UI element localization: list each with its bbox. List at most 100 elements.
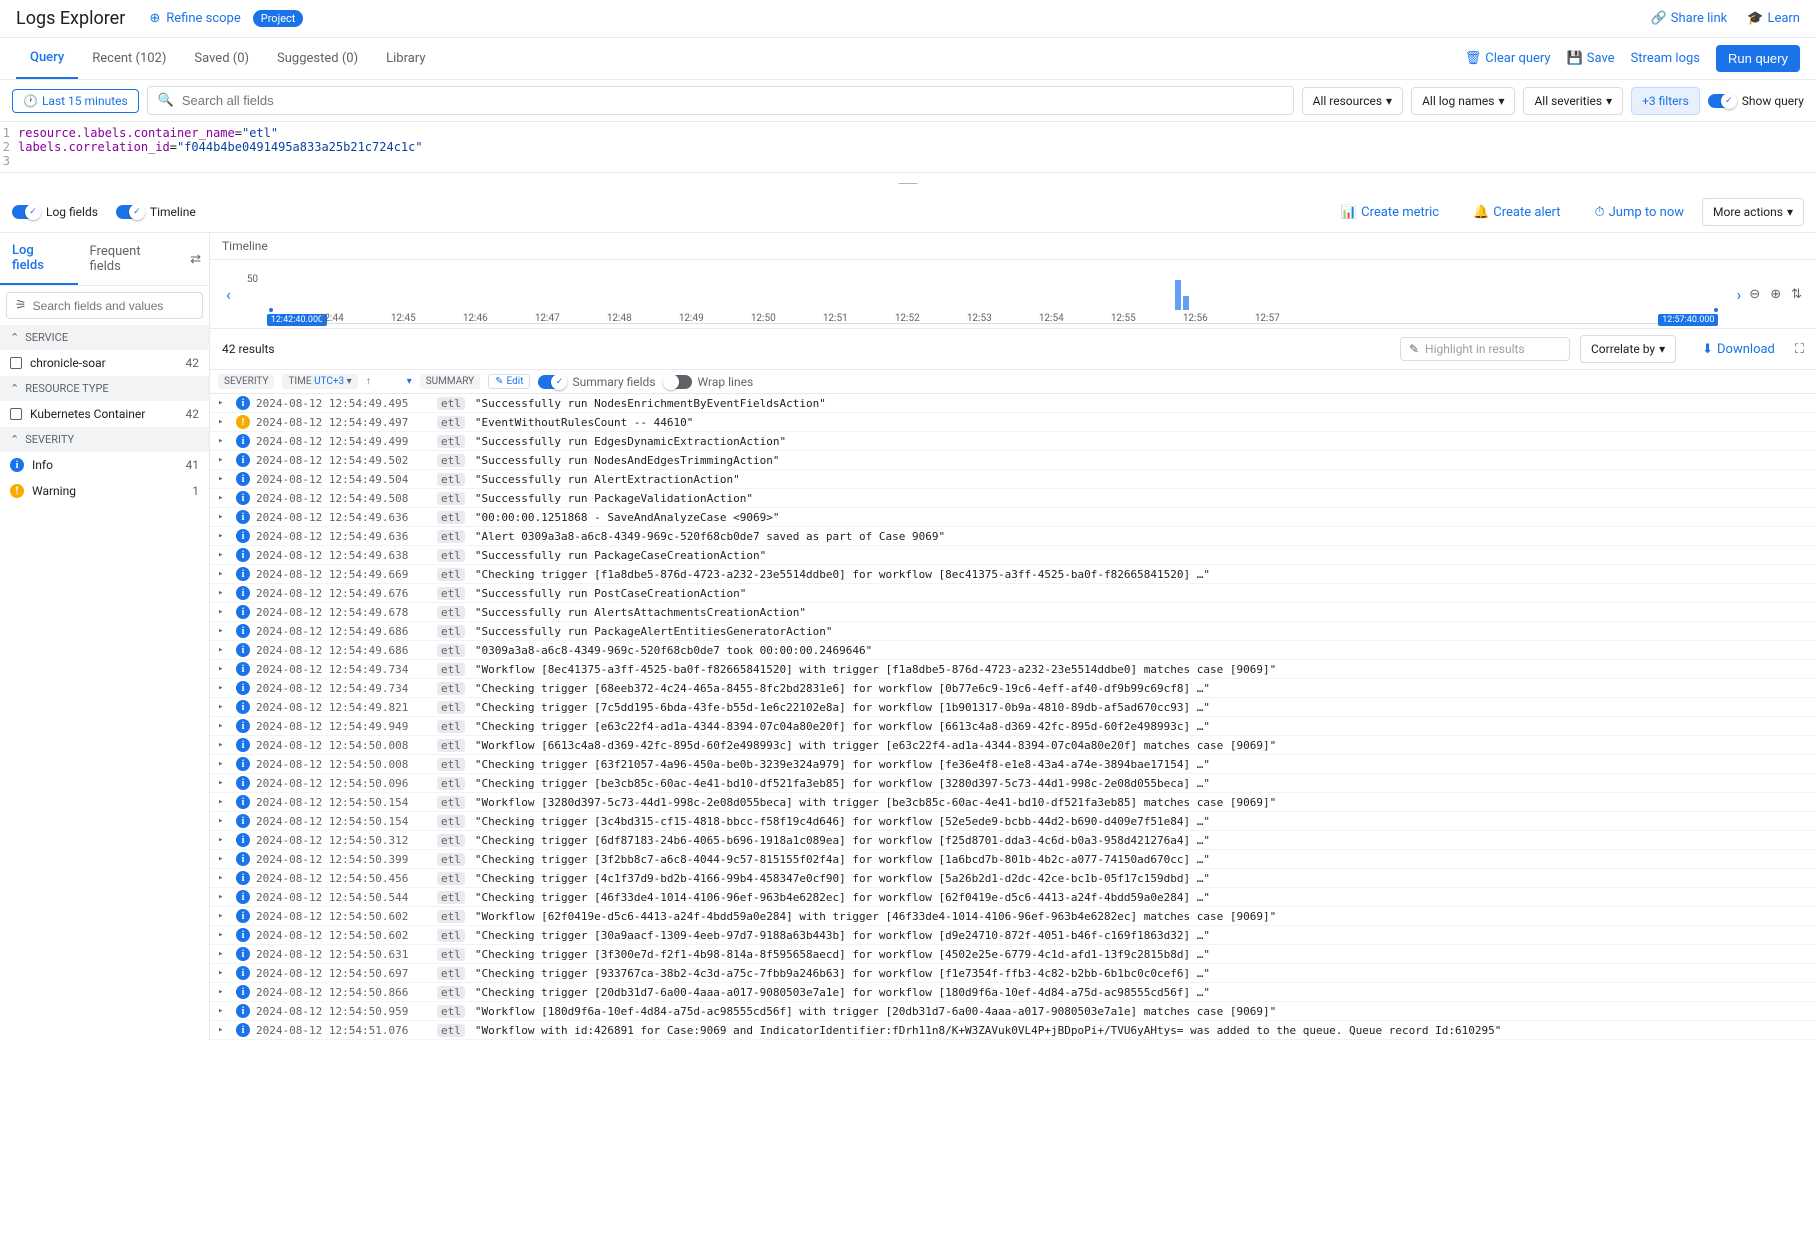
expand-icon[interactable]: ⇄ [182, 244, 209, 275]
expand-icon[interactable]: ▸ [218, 816, 230, 826]
log-row[interactable]: ▸i2024-08-12 12:54:50.008etl"Checking tr… [210, 755, 1816, 774]
log-row[interactable]: ▸!2024-08-12 12:54:49.497etl"EventWithou… [210, 413, 1816, 432]
tab-query[interactable]: Query [16, 38, 78, 79]
log-row[interactable]: ▸i2024-08-12 12:54:50.959etl"Workflow [1… [210, 1002, 1816, 1021]
expand-icon[interactable]: ▸ [218, 721, 230, 731]
log-row[interactable]: ▸i2024-08-12 12:54:49.638etl"Successfull… [210, 546, 1816, 565]
jump-to-now[interactable]: ⏱ Jump to now [1594, 205, 1684, 220]
expand-icon[interactable]: ▸ [218, 873, 230, 883]
expand-icon[interactable]: ▸ [218, 740, 230, 750]
expand-icon[interactable]: ▸ [218, 835, 230, 845]
expand-icon[interactable]: ▸ [218, 626, 230, 636]
save-query[interactable]: 💾 Save [1567, 51, 1615, 66]
log-row[interactable]: ▸i2024-08-12 12:54:49.495etl"Successfull… [210, 394, 1816, 413]
log-row[interactable]: ▸i2024-08-12 12:54:49.734etl"Workflow [8… [210, 660, 1816, 679]
resize-handle[interactable]: ⸺ [0, 173, 1816, 192]
time-range[interactable]: 🕐 Last 15 minutes [12, 89, 139, 113]
expand-icon[interactable]: ▸ [218, 493, 230, 503]
log-row[interactable]: ▸i2024-08-12 12:54:49.508etl"Successfull… [210, 489, 1816, 508]
log-row[interactable]: ▸i2024-08-12 12:54:49.734etl"Checking tr… [210, 679, 1816, 698]
log-row[interactable]: ▸i2024-08-12 12:54:49.686etl"Successfull… [210, 622, 1816, 641]
expand-icon[interactable]: ▸ [218, 588, 230, 598]
tab-library[interactable]: Library [372, 39, 439, 78]
refine-scope[interactable]: ⊕Refine scopeProject [149, 10, 303, 27]
share-link[interactable]: 🔗 Share link [1651, 11, 1728, 26]
expand-icon[interactable]: ▸ [218, 797, 230, 807]
log-row[interactable]: ▸i2024-08-12 12:54:51.076etl"Workflow wi… [210, 1021, 1816, 1040]
log-row[interactable]: ▸i2024-08-12 12:54:50.399etl"Checking tr… [210, 850, 1816, 869]
log-row[interactable]: ▸i2024-08-12 12:54:49.821etl"Checking tr… [210, 698, 1816, 717]
expand-icon[interactable]: ▸ [218, 1006, 230, 1016]
expand-icon[interactable]: ▸ [218, 778, 230, 788]
tab-suggested[interactable]: Suggested (0) [263, 39, 372, 78]
log-row[interactable]: ▸i2024-08-12 12:54:50.154etl"Workflow [3… [210, 793, 1816, 812]
log-row[interactable]: ▸i2024-08-12 12:54:49.636etl"Alert 0309a… [210, 527, 1816, 546]
log-row[interactable]: ▸i2024-08-12 12:54:49.636etl"00:00:00.12… [210, 508, 1816, 527]
expand-icon[interactable]: ▸ [218, 911, 230, 921]
summary-fields-toggle[interactable]: Summary fields [538, 375, 655, 389]
side-item[interactable]: chronicle-soar42 [0, 350, 209, 376]
tab-saved[interactable]: Saved (0) [180, 39, 263, 78]
log-row[interactable]: ▸i2024-08-12 12:54:50.631etl"Checking tr… [210, 945, 1816, 964]
log-row[interactable]: ▸i2024-08-12 12:54:49.678etl"Successfull… [210, 603, 1816, 622]
expand-icon[interactable]: ▸ [218, 607, 230, 617]
learn-link[interactable]: 🎓 Learn [1747, 11, 1800, 26]
log-row[interactable]: ▸i2024-08-12 12:54:50.312etl"Checking tr… [210, 831, 1816, 850]
stream-logs[interactable]: Stream logs [1631, 51, 1700, 66]
lognames-dropdown[interactable]: All log names ▾ [1411, 87, 1515, 115]
timeline-toggle[interactable]: Timeline [116, 205, 196, 219]
filters-button[interactable]: +3 filters [1631, 87, 1700, 115]
timeline-prev[interactable]: ‹ [218, 285, 239, 304]
logfields-toggle[interactable]: Log fields [12, 205, 98, 219]
expand-icon[interactable]: ▸ [218, 417, 230, 427]
zoom-in-icon[interactable]: ⊕ [1770, 287, 1781, 302]
log-row[interactable]: ▸i2024-08-12 12:54:49.949etl"Checking tr… [210, 717, 1816, 736]
section-header[interactable]: ⌃SEVERITY [0, 427, 209, 452]
zoom-out-icon[interactable]: ⊖ [1749, 287, 1760, 302]
search-all-fields[interactable]: 🔍 [147, 86, 1294, 115]
log-row[interactable]: ▸i2024-08-12 12:54:49.676etl"Successfull… [210, 584, 1816, 603]
expand-icon[interactable]: ▸ [218, 683, 230, 693]
download-button[interactable]: ⬇ Download [1702, 342, 1775, 357]
expand-icon[interactable]: ▸ [218, 968, 230, 978]
tab-frequent-fields[interactable]: Frequent fields [78, 234, 183, 284]
expand-icon[interactable]: ▸ [218, 569, 230, 579]
tab-recent[interactable]: Recent (102) [78, 39, 180, 78]
create-alert[interactable]: 🔔 Create alert [1473, 205, 1560, 220]
expand-icon[interactable]: ▸ [218, 949, 230, 959]
run-query-button[interactable]: Run query [1716, 45, 1800, 72]
query-editor[interactable]: 1resource.labels.container_name="etl"2la… [0, 122, 1816, 173]
col-summary[interactable]: SUMMARY [420, 374, 480, 389]
col-time[interactable]: TIME UTC+3 ▾ [282, 374, 357, 389]
col-severity[interactable]: SEVERITY [218, 374, 274, 389]
timeline-chart[interactable]: 50 12:42:40.00012:4412:4512:4612:4712:48… [239, 264, 1729, 324]
more-actions[interactable]: More actions ▾ [1702, 198, 1804, 226]
expand-icon[interactable]: ▸ [218, 1025, 230, 1035]
highlight-input[interactable]: ✎ Highlight in results [1400, 337, 1570, 361]
log-row[interactable]: ▸i2024-08-12 12:54:50.096etl"Checking tr… [210, 774, 1816, 793]
log-row[interactable]: ▸i2024-08-12 12:54:49.669etl"Checking tr… [210, 565, 1816, 584]
sort-asc-icon[interactable]: ↑ [366, 376, 371, 387]
log-row[interactable]: ▸i2024-08-12 12:54:49.502etl"Successfull… [210, 451, 1816, 470]
expand-icon[interactable]: ▸ [218, 512, 230, 522]
fit-icon[interactable]: ⇅ [1791, 287, 1802, 302]
wrap-lines-toggle[interactable]: Wrap lines [664, 375, 754, 389]
section-header[interactable]: ⌃RESOURCE TYPE [0, 376, 209, 401]
side-item[interactable]: Kubernetes Container42 [0, 401, 209, 427]
log-row[interactable]: ▸i2024-08-12 12:54:50.544etl"Checking tr… [210, 888, 1816, 907]
show-query-toggle[interactable]: Show query [1708, 94, 1804, 108]
side-item[interactable]: iInfo41 [0, 452, 209, 478]
expand-icon[interactable]: ▸ [218, 930, 230, 940]
log-row[interactable]: ▸i2024-08-12 12:54:50.602etl"Workflow [6… [210, 907, 1816, 926]
correlate-dropdown[interactable]: Correlate by ▾ [1580, 335, 1676, 363]
expand-icon[interactable]: ▸ [218, 664, 230, 674]
log-row[interactable]: ▸i2024-08-12 12:54:50.456etl"Checking tr… [210, 869, 1816, 888]
timeline-next[interactable]: › [1728, 285, 1749, 304]
expand-icon[interactable]: ▸ [218, 645, 230, 655]
log-row[interactable]: ▸i2024-08-12 12:54:50.602etl"Checking tr… [210, 926, 1816, 945]
log-row[interactable]: ▸i2024-08-12 12:54:50.697etl"Checking tr… [210, 964, 1816, 983]
expand-icon[interactable]: ▸ [218, 702, 230, 712]
log-row[interactable]: ▸i2024-08-12 12:54:49.499etl"Successfull… [210, 432, 1816, 451]
log-row[interactable]: ▸i2024-08-12 12:54:49.686etl"0309a3a8-a6… [210, 641, 1816, 660]
side-item[interactable]: !Warning1 [0, 478, 209, 504]
